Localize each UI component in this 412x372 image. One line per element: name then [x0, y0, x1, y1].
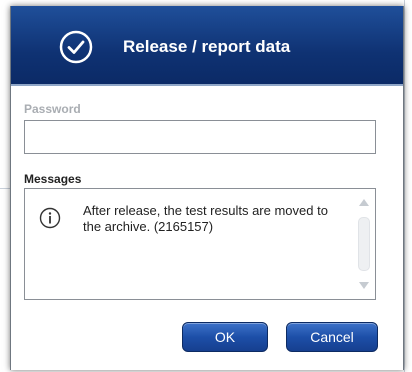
dialog-title: Release / report data [123, 37, 291, 56]
cancel-button[interactable]: Cancel [286, 322, 378, 352]
messages-label: Messages [24, 172, 82, 186]
background-window-edge [0, 188, 10, 189]
scroll-thumb[interactable] [358, 217, 370, 271]
check-circle-icon [59, 30, 93, 64]
scroll-up-icon[interactable] [359, 199, 369, 206]
info-icon [39, 207, 61, 229]
scroll-down-icon[interactable] [359, 282, 369, 289]
messages-scrollbar[interactable] [357, 195, 371, 293]
password-input[interactable] [24, 120, 376, 154]
titlebar-divider [11, 84, 403, 86]
message-text: After release, the test results are move… [83, 203, 328, 234]
background-window-edge [404, 0, 405, 372]
messages-box[interactable]: After release, the test results are move… [24, 188, 376, 300]
dialog-titlebar: Release / report data [11, 6, 403, 84]
ok-button[interactable]: OK [182, 322, 268, 352]
password-label: Password [24, 102, 81, 116]
